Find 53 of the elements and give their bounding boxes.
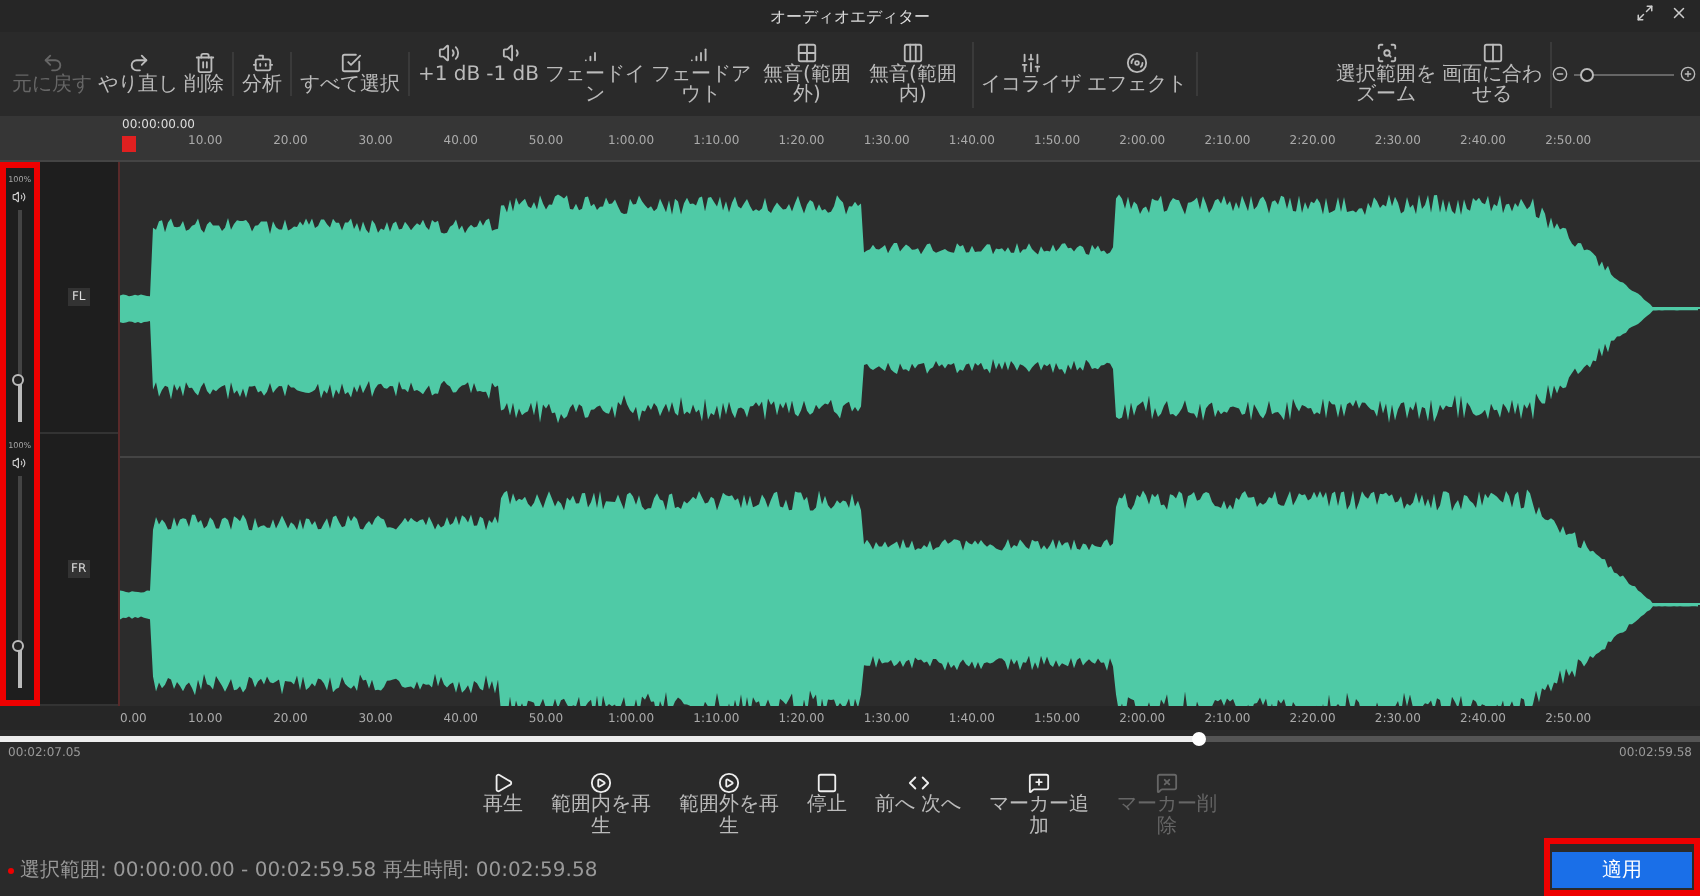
toolbar-button[interactable]: イコライザ [979,51,1083,97]
transport-button[interactable]: 前へ 次へ [872,772,964,838]
marker-remove-icon [1156,772,1179,794]
speaker-icon[interactable] [12,190,27,204]
volume-slider[interactable] [17,210,22,422]
toolbar-button[interactable]: すべて選択 [298,51,402,97]
disc-icon [1126,51,1148,74]
speaker-icon[interactable] [12,456,27,470]
toolbar-button[interactable]: 画面に合わせる [1440,41,1544,107]
toolbar-button[interactable]: 無音(範囲外) [755,41,859,107]
grid-icon [796,41,818,63]
playhead-marker[interactable] [122,136,136,152]
playback-progress[interactable] [0,736,1700,742]
speaker-icon [438,41,461,63]
transport-button[interactable]: マーカー追加 [987,772,1092,838]
marker-add-icon [1028,772,1051,794]
apply-button[interactable]: 適用 [1552,852,1692,888]
play-circle-icon [589,772,612,794]
stop-icon [815,772,838,794]
undo-icon [41,51,63,74]
zoom-out-icon[interactable] [1552,66,1568,82]
transport-button[interactable]: 停止 [804,772,849,838]
selection-status: 選択範囲: 00:00:00.00 - 00:02:59.58 再生時間: 00:02:59.58 [20,857,598,884]
toolbar-button[interactable]: +1 dB [416,41,483,107]
toolbar-button[interactable]: 選択範囲をズーム [1334,41,1438,107]
toolbar-button[interactable]: フェードアウト [649,41,753,107]
trash-icon [193,51,215,74]
redo-icon [127,51,149,74]
play-circle-icon [717,772,740,794]
columns-icon [902,41,924,63]
play-icon [491,772,514,794]
volume-slider[interactable] [17,476,22,688]
close-icon[interactable] [1670,4,1688,22]
transport-button[interactable]: 再生 [480,772,525,838]
maximize-icon[interactable] [1636,4,1654,22]
zoom-icon [1375,41,1397,63]
window-title: オーディオエディター [770,5,930,27]
toolbar-button[interactable]: フェードイン [543,41,647,107]
sliders-icon [1020,51,1042,74]
toolbar-button[interactable]: 分析 [240,51,284,97]
status-dot [8,867,14,873]
toolbar-button[interactable]: 削除 [182,51,226,97]
toolbar-button[interactable]: エフェクト [1085,51,1189,97]
toolbar-button[interactable]: やり直し [96,51,180,97]
zoom-in-icon[interactable] [1680,66,1696,82]
speaker-icon [501,41,524,63]
transport-button[interactable]: 範囲内を再生 [548,772,653,838]
checkbox-icon [339,51,361,74]
chevrons-icon [907,772,929,794]
transport-button[interactable]: 範囲外を再生 [676,772,781,838]
toolbar-button[interactable]: -1 dB [484,41,541,107]
robot-icon [251,51,273,74]
toolbar-button[interactable]: 無音(範囲内) [861,41,965,107]
